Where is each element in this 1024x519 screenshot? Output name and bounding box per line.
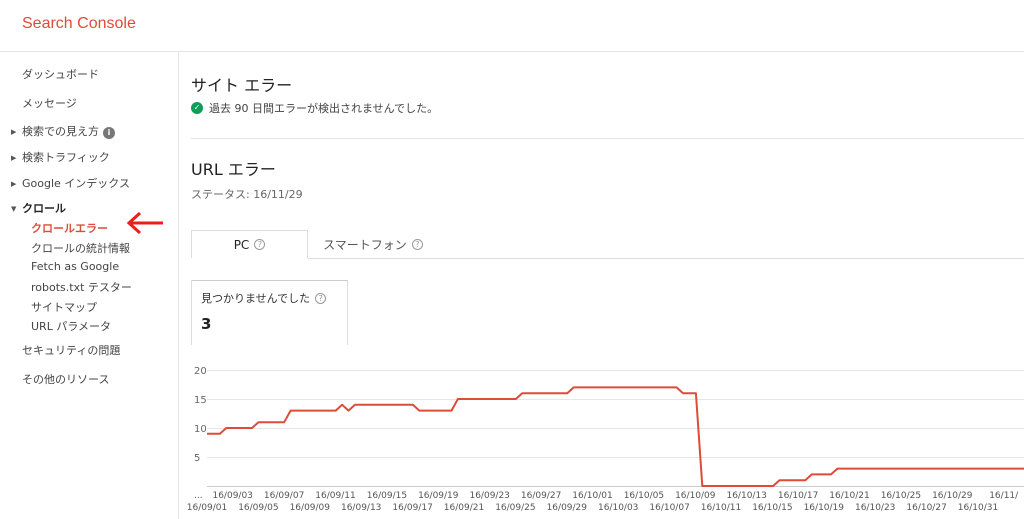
triangle-right-icon: ▶	[11, 180, 17, 188]
metric-label: 見つかりませんでした?	[201, 290, 327, 306]
sidebar-subitem-crawl-errors[interactable]: クロールエラー	[31, 220, 108, 236]
x-tick-label: 16/10/15	[752, 503, 792, 513]
tab-label: スマートフォン	[323, 237, 407, 252]
x-tick-label: 16/10/19	[804, 503, 845, 513]
x-tick-label: 16/09/01	[187, 503, 227, 513]
sidebar-item-label: 検索トラフィック	[22, 151, 110, 164]
x-tick-label: 16/10/21	[829, 491, 869, 501]
tab-pc[interactable]: PC?	[191, 230, 308, 258]
x-tick-label: 16/09/13	[341, 503, 381, 513]
sidebar-item-label: 検索での見え方	[22, 125, 99, 138]
x-tick-label: 16/10/27	[906, 503, 946, 513]
sidebar-item-label: クロール	[22, 202, 66, 215]
app-logo[interactable]: Search Console	[22, 15, 136, 33]
check-circle-icon: ✓	[191, 102, 203, 114]
x-tick-label: 16/10/17	[778, 491, 818, 501]
y-tick-label: 15	[194, 395, 207, 406]
sidebar-subitem-crawl-stats[interactable]: クロールの統計情報	[31, 240, 130, 256]
x-tick-label: 16/10/07	[649, 503, 689, 513]
x-tick-label: 16/10/03	[598, 503, 638, 513]
help-icon[interactable]: ?	[254, 239, 266, 250]
sidebar-item-label: Google インデックス	[22, 177, 130, 190]
x-tick-label: 16/09/19	[418, 491, 459, 501]
x-tick-label: ...	[194, 491, 203, 501]
x-tick-label: 16/10/13	[726, 491, 766, 501]
url-errors-chart: 20 15 10 5... 16/09/03 16/09/07 16/09/11 16/09/…	[187, 366, 1024, 513]
help-icon[interactable]: ?	[411, 238, 423, 250]
sidebar-subitem-url-parameters[interactable]: URL パラメータ	[31, 318, 111, 334]
x-tick-label: 16/10/01	[572, 491, 612, 501]
y-tick-label: 10	[194, 424, 207, 435]
x-tick-label: 16/09/25	[495, 503, 535, 513]
y-tick-label: 20	[194, 366, 207, 377]
tab-underline	[308, 258, 1024, 259]
sidebar-item-search-traffic[interactable]: ▶ 検索トラフィック	[11, 149, 110, 165]
site-errors-status: ✓ 過去 90 日間エラーが検出されませんでした。	[191, 100, 438, 116]
metric-card-not-found[interactable]: 見つかりませんでした? 3	[191, 280, 348, 345]
sidebar-item-google-index[interactable]: ▶ Google インデックス	[11, 175, 130, 191]
x-tick-label: 16/09/17	[392, 503, 432, 513]
site-errors-title: サイト エラー	[191, 76, 293, 95]
tab-label: PC	[233, 237, 250, 252]
x-tick-label: 16/09/09	[290, 503, 331, 513]
sidebar-subitem-sitemaps[interactable]: サイトマップ	[31, 299, 97, 315]
x-tick-label: 16/10/25	[881, 491, 921, 501]
x-tick-label: 16/09/05	[238, 503, 278, 513]
x-tick-label: 16/10/11	[701, 503, 741, 513]
url-errors-title: URL エラー	[191, 160, 276, 179]
sidebar-item-crawl[interactable]: ▼ クロール	[11, 200, 66, 216]
tab-smartphone[interactable]: スマートフォン?	[308, 230, 438, 258]
help-icon[interactable]: ?	[315, 292, 327, 304]
sidebar-item-other-resources[interactable]: その他のリソース	[22, 371, 109, 387]
series-line	[207, 386, 1024, 487]
sidebar: ダッシュボード メッセージ ▶ 検索での見え方 i ▶ 検索トラフィック ▶ Googl…	[0, 52, 179, 519]
x-tick-label: 16/09/23	[469, 491, 509, 501]
x-tick-label: 16/10/05	[624, 491, 664, 501]
metric-label-text: 見つかりませんでした	[201, 292, 311, 305]
sidebar-item-messages[interactable]: メッセージ	[22, 95, 77, 111]
sidebar-item-dashboard[interactable]: ダッシュボード	[22, 66, 99, 82]
x-tick-label: 16/09/27	[521, 491, 561, 501]
x-tick-label: 16/09/15	[367, 491, 407, 501]
x-tick-label: 16/10/09	[675, 491, 716, 501]
x-tick-label: 16/10/31	[958, 503, 998, 513]
x-tick-label: 16/09/11	[315, 491, 355, 501]
x-tick-label: 16/11/	[989, 491, 1019, 501]
sidebar-item-security-issues[interactable]: セキュリティの問題	[22, 342, 120, 358]
sidebar-subitem-robots-tester[interactable]: robots.txt テスター	[31, 279, 132, 295]
divider	[191, 138, 1024, 139]
y-tick-label: 5	[194, 453, 200, 464]
triangle-right-icon: ▶	[11, 154, 17, 162]
triangle-right-icon: ▶	[11, 128, 17, 136]
x-tick-label: 16/09/03	[212, 491, 252, 501]
metric-value: 3	[201, 315, 212, 333]
sidebar-item-search-appearance[interactable]: ▶ 検索での見え方 i	[11, 123, 115, 139]
info-icon[interactable]: i	[103, 127, 115, 139]
sidebar-subitem-fetch-as-google[interactable]: Fetch as Google	[31, 260, 119, 273]
triangle-down-icon: ▼	[11, 205, 17, 213]
url-errors-status: ステータス: 16/11/29	[191, 188, 303, 201]
site-errors-message: 過去 90 日間エラーが検出されませんでした。	[209, 102, 439, 115]
x-tick-label: 16/09/21	[444, 503, 484, 513]
x-tick-label: 16/10/23	[855, 503, 895, 513]
x-tick-label: 16/10/29	[932, 491, 973, 501]
x-tick-label: 16/09/29	[547, 503, 588, 513]
x-tick-label: 16/09/07	[264, 491, 304, 501]
top-bar: Search Console	[0, 0, 1024, 52]
left-arrow-icon	[126, 211, 163, 235]
